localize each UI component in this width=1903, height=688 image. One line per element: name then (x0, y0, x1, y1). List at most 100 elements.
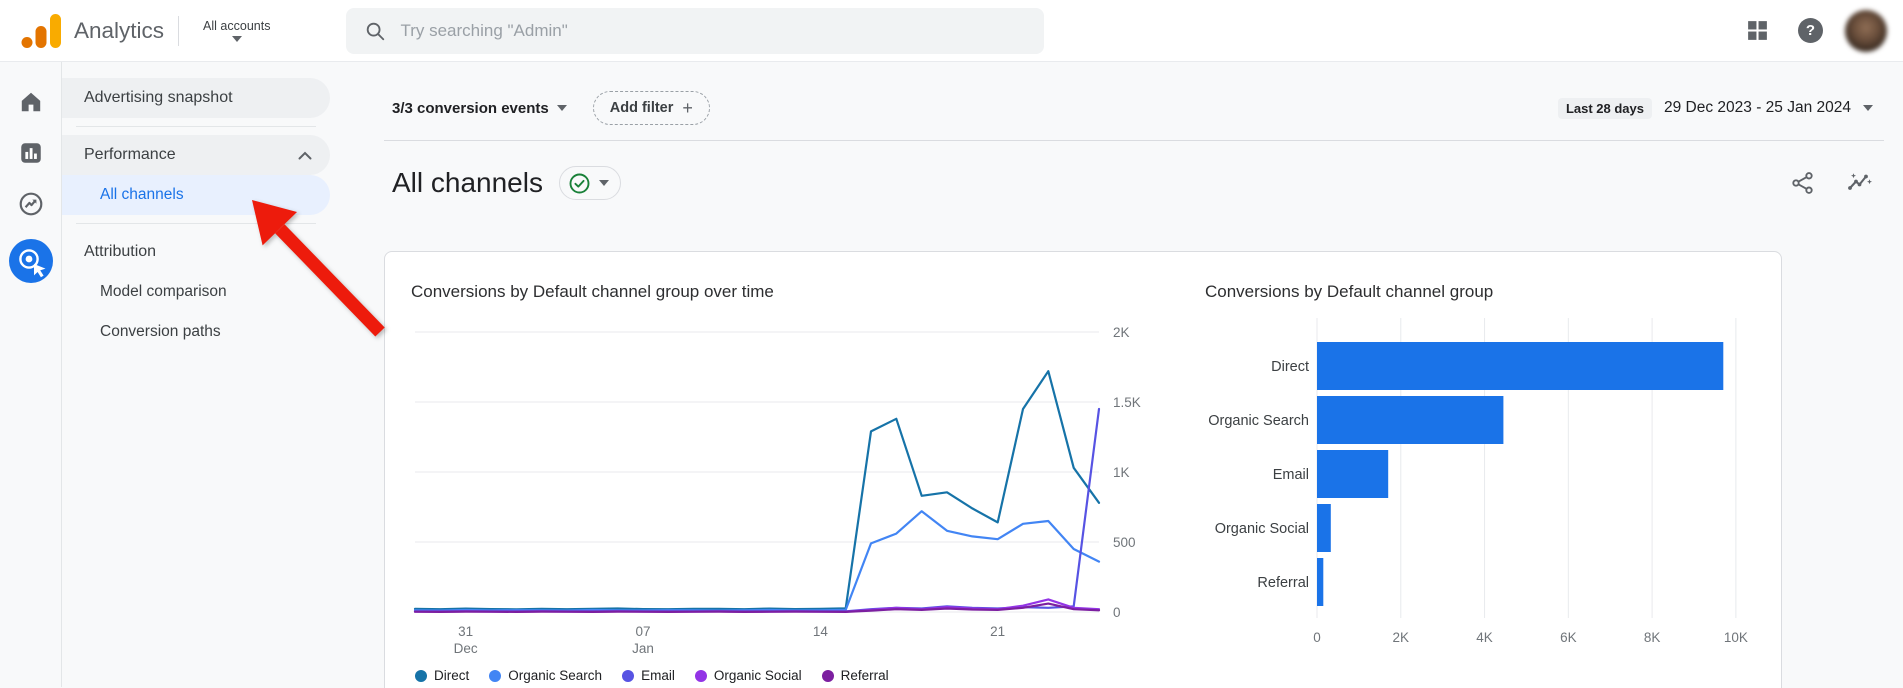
legend-item: Email (622, 668, 675, 683)
chevron-up-icon (298, 151, 312, 159)
svg-text:10K: 10K (1724, 630, 1748, 645)
top-header: Analytics All accounts ? (0, 0, 1903, 62)
page-title: All channels (392, 167, 543, 198)
nav-item-label: Conversion paths (100, 323, 221, 340)
svg-text:0: 0 (1313, 630, 1321, 645)
share-icon[interactable] (1791, 171, 1815, 195)
svg-text:07: 07 (635, 624, 650, 639)
svg-text:Referral: Referral (1257, 575, 1309, 591)
legend-label: Organic Social (713, 668, 802, 683)
plus-icon: + (682, 97, 693, 118)
add-filter-label: Add filter (609, 100, 674, 116)
nav-section-attribution[interactable]: Attribution (62, 232, 330, 272)
legend-dot (821, 669, 834, 682)
legend-item: Referral (821, 668, 889, 683)
icon-rail (0, 62, 62, 687)
help-glyph: ? (1805, 22, 1816, 39)
legend-label: Direct (434, 668, 470, 683)
svg-text:2K: 2K (1393, 630, 1410, 645)
explore-icon[interactable] (18, 191, 44, 217)
svg-text:500: 500 (1113, 535, 1136, 550)
svg-text:Organic Search: Organic Search (1208, 413, 1309, 429)
left-nav: Advertising snapshot Performance All cha… (62, 62, 330, 687)
legend-item: Direct (415, 668, 469, 683)
add-filter-button[interactable]: Add filter + (592, 91, 710, 125)
charts-card: Conversions by Default channel group ove… (384, 251, 1782, 688)
account-label: All accounts (203, 19, 271, 33)
legend-dot (694, 669, 707, 682)
svg-text:1.5K: 1.5K (1113, 395, 1141, 410)
date-range-selector[interactable]: Last 28 days 29 Dec 2023 - 25 Jan 2024 (1557, 97, 1873, 119)
toolbar-divider (384, 140, 1884, 141)
home-icon[interactable] (18, 89, 44, 115)
nav-item-label: Advertising snapshot (84, 89, 233, 106)
chevron-up-icon (298, 248, 312, 256)
svg-text:8K: 8K (1644, 630, 1661, 645)
account-switcher[interactable]: All accounts (193, 15, 280, 46)
search-input[interactable] (400, 20, 1027, 41)
nav-section-label: Attribution (84, 243, 157, 260)
brand-name: Analytics (74, 17, 165, 43)
svg-text:Email: Email (1273, 467, 1309, 483)
svg-text:1K: 1K (1113, 465, 1130, 480)
help-icon[interactable]: ? (1798, 18, 1823, 43)
main-content: 3/3 conversion events Add filter + Last … (330, 62, 1903, 688)
nav-divider (76, 126, 316, 127)
legend-item: Organic Social (694, 668, 802, 683)
line-chart-title: Conversions by Default channel group ove… (411, 282, 774, 301)
legend-item: Organic Search (489, 668, 602, 683)
nav-section-performance[interactable]: Performance (62, 135, 330, 175)
legend-label: Organic Search (508, 668, 603, 683)
nav-item-label: All channels (100, 186, 184, 203)
search-bar[interactable] (346, 7, 1045, 54)
reports-icon[interactable] (18, 140, 44, 166)
chevron-down-icon (231, 36, 242, 42)
apps-grid-icon[interactable] (1745, 18, 1770, 43)
nav-section-label: Performance (84, 146, 176, 163)
insights-icon[interactable] (1847, 171, 1873, 195)
legend-dot (415, 669, 427, 682)
svg-text:Organic Social: Organic Social (1215, 521, 1309, 537)
caret-down-icon (598, 180, 609, 186)
bar-chart[interactable]: 0 2K 4K 6K 8K 10K Direct Organic Search Email Org… (1205, 318, 1765, 654)
line-chart[interactable]: 0 500 1K 1.5K 2K 31 Dec 07 Jan 14 21 (411, 318, 1155, 658)
svg-text:Direct: Direct (1271, 359, 1309, 375)
google-analytics-logo-icon (21, 13, 61, 48)
line-chart-block: Conversions by Default channel group ove… (411, 282, 1159, 688)
report-status-badge[interactable] (558, 166, 621, 200)
legend-label: Referral (840, 668, 889, 683)
nav-item-advertising-snapshot[interactable]: Advertising snapshot (62, 78, 330, 118)
nav-item-model-comparison[interactable]: Model comparison (62, 272, 330, 312)
chart-legend: Direct Organic Search Email Organic Social R… (415, 668, 1159, 683)
svg-text:21: 21 (990, 624, 1005, 639)
svg-text:0: 0 (1113, 605, 1121, 620)
caret-down-icon (1863, 105, 1873, 111)
legend-dot (489, 669, 502, 682)
nav-item-all-channels[interactable]: All channels (62, 175, 330, 215)
bar-chart-block: Conversions by Default channel group 0 2K… (1205, 282, 1765, 688)
advertising-icon[interactable] (8, 239, 53, 283)
svg-text:6K: 6K (1560, 630, 1577, 645)
legend-dot (622, 669, 635, 682)
svg-text:4K: 4K (1476, 630, 1493, 645)
nav-item-label: Model comparison (100, 283, 227, 300)
conversion-events-label: 3/3 conversion events (392, 99, 549, 117)
check-circle-icon (569, 173, 590, 193)
conversion-events-selector[interactable]: 3/3 conversion events (392, 100, 567, 117)
svg-text:14: 14 (813, 624, 829, 639)
svg-text:31: 31 (458, 624, 473, 639)
search-icon (367, 22, 385, 40)
nav-item-conversion-paths[interactable]: Conversion paths (62, 312, 330, 352)
svg-text:Jan: Jan (632, 641, 654, 656)
date-preset-chip: Last 28 days (1557, 97, 1652, 119)
bar-chart-title: Conversions by Default channel group (1205, 282, 1494, 301)
svg-text:2K: 2K (1113, 325, 1130, 340)
header-divider (178, 15, 180, 46)
nav-divider (76, 223, 316, 224)
analytics-logo[interactable]: Analytics (20, 11, 164, 51)
avatar[interactable] (1845, 9, 1887, 52)
legend-label: Email (641, 668, 675, 683)
caret-down-icon (556, 105, 567, 111)
date-range-text: 29 Dec 2023 - 25 Jan 2024 (1664, 99, 1851, 116)
svg-text:Dec: Dec (454, 641, 478, 656)
